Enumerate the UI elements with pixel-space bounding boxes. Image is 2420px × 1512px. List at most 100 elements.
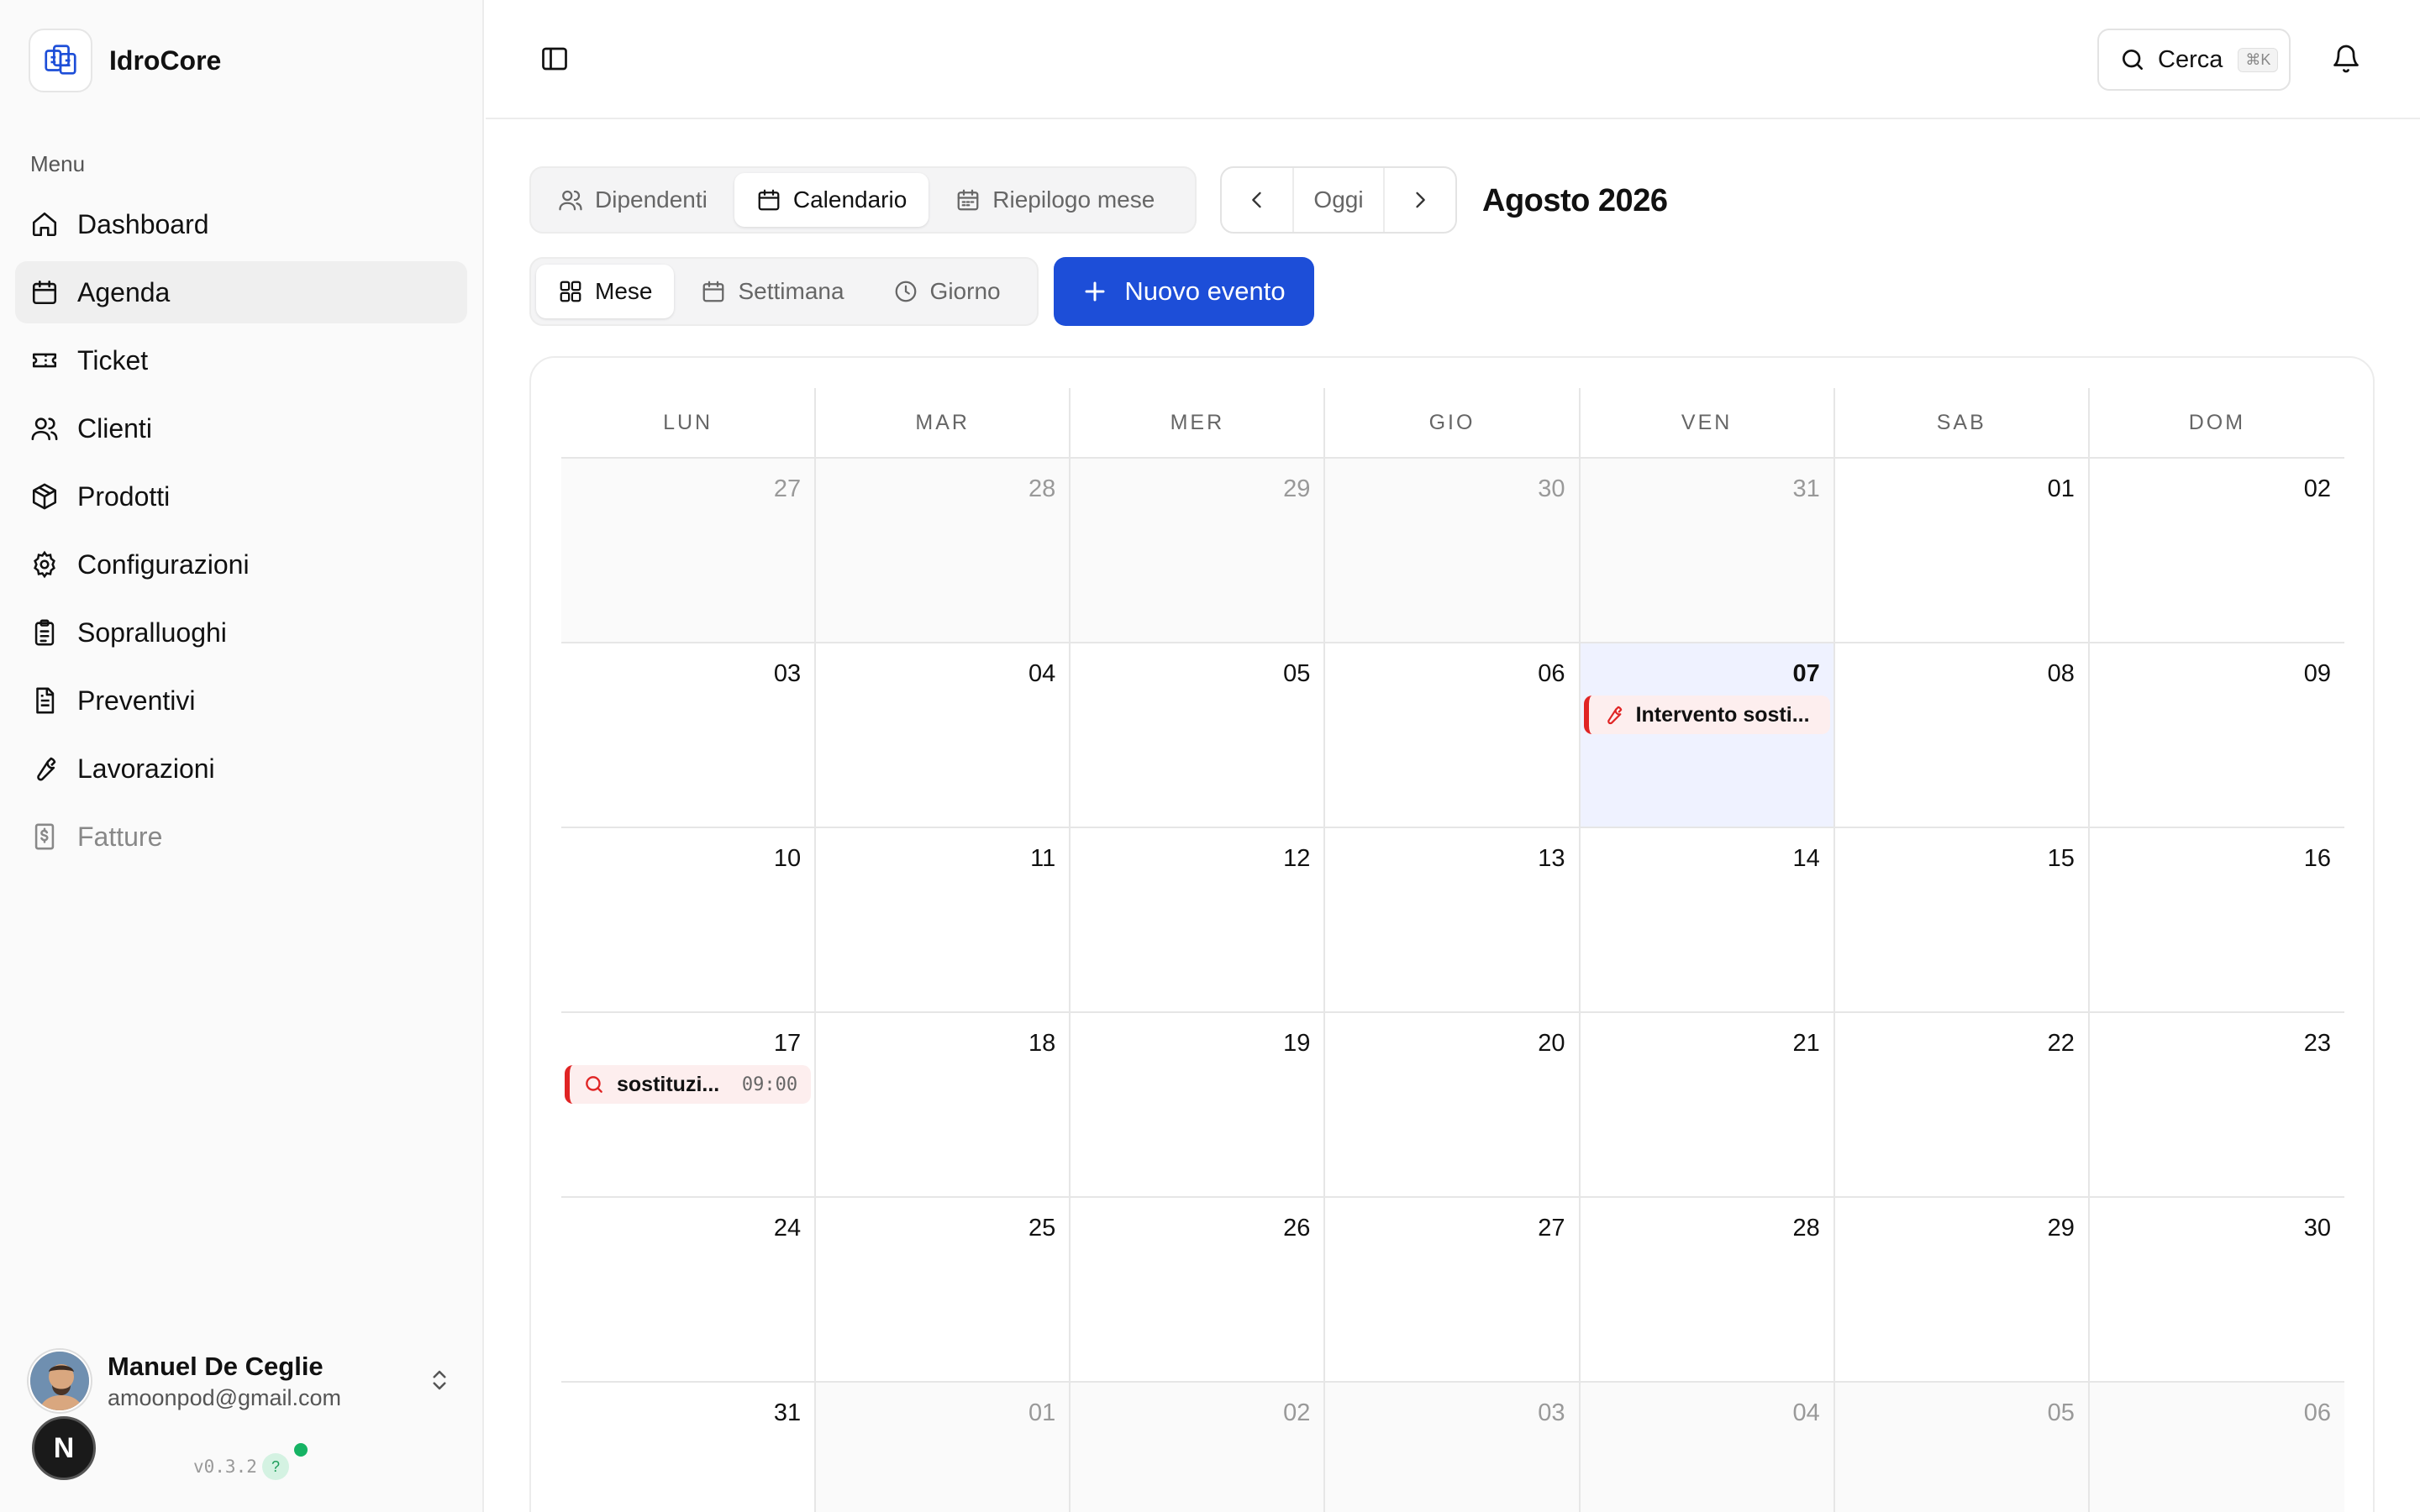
calendar-day[interactable]: 25 — [816, 1198, 1071, 1381]
calendar-day[interactable]: 14 — [1581, 828, 1835, 1011]
chevron-left-icon — [1252, 192, 1261, 208]
calendar-day[interactable]: 30 — [1325, 459, 1581, 642]
menu-section-label: Menu — [30, 151, 86, 176]
bell-icon[interactable] — [2331, 44, 2361, 74]
day-number: 25 — [1028, 1215, 1056, 1242]
calendar-day[interactable]: 12 — [1071, 828, 1326, 1011]
tab-riepilogo-mese[interactable]: Riepilogo mese — [934, 173, 1176, 227]
today-button[interactable]: Oggi — [1292, 168, 1385, 232]
day-number: 11 — [1030, 845, 1056, 872]
calendar-day[interactable]: 01 — [816, 1383, 1071, 1512]
day-number: 03 — [773, 660, 802, 687]
sidebar-item-agenda[interactable]: Agenda — [15, 261, 467, 323]
calendar-day[interactable]: 03 — [1325, 1383, 1581, 1512]
search-button[interactable]: Cerca ⌘K — [2097, 29, 2291, 91]
help-button[interactable]: ? — [262, 1453, 289, 1480]
calendar-day[interactable]: 10 — [561, 828, 817, 1011]
day-number: 21 — [1792, 1030, 1820, 1057]
calendar-day[interactable]: 08 — [1835, 643, 2090, 827]
day-number: 07 — [1792, 660, 1820, 687]
sidebar-item-dashboard[interactable]: Dashboard — [15, 193, 467, 255]
mode-giorno[interactable]: Giorno — [871, 265, 1023, 318]
calendar-day[interactable]: 26 — [1071, 1198, 1326, 1381]
new-event-button[interactable]: Nuovo evento — [1054, 257, 1314, 326]
calendar-day[interactable]: 09 — [2090, 643, 2344, 827]
calendar-day[interactable]: 29 — [1071, 459, 1326, 642]
calendar-day[interactable]: 06 — [2089, 1383, 2344, 1512]
sidebar-item-ticket[interactable]: Ticket — [15, 329, 467, 391]
user-menu[interactable]: Manuel De Ceglie amoonpod@gmail.com — [29, 1347, 457, 1415]
calendar-day[interactable]: 18 — [816, 1013, 1071, 1196]
calendar-day[interactable]: 23 — [2090, 1013, 2344, 1196]
tab-dipendenti[interactable]: Dipendenti — [536, 173, 729, 227]
day-number: 12 — [1283, 845, 1311, 872]
calendar-day[interactable]: 27 — [561, 459, 817, 642]
calendar-event[interactable]: sostituzi... 09:00 — [565, 1065, 812, 1104]
previous-period-button[interactable] — [1222, 168, 1292, 232]
sidebar-item-configurazioni[interactable]: Configurazioni — [15, 533, 467, 596]
calendar-day[interactable]: 28 — [816, 459, 1071, 642]
calendar-day[interactable]: 01 — [1835, 459, 2090, 642]
calendar-day[interactable]: 05 — [1834, 1383, 2090, 1512]
sidebar-item-fatture[interactable]: Fatture — [15, 806, 467, 868]
mode-mese[interactable]: Mese — [536, 265, 675, 318]
calendar-day[interactable]: 05 — [1071, 643, 1326, 827]
day-number: 15 — [2047, 845, 2075, 872]
day-number: 06 — [2303, 1399, 2331, 1426]
calendar-day[interactable]: 24 — [561, 1198, 817, 1381]
sidebar-item-sopralluoghi[interactable]: Sopralluoghi — [15, 601, 467, 664]
sidebar-item-label: Preventivi — [77, 685, 196, 716]
event-time: 09:00 — [741, 1074, 798, 1095]
sidebar-item-lavorazioni[interactable]: Lavorazioni — [15, 738, 467, 800]
calendar-day[interactable]: 19 — [1071, 1013, 1326, 1196]
calendar-day[interactable]: 13 — [1325, 828, 1581, 1011]
calendar-day[interactable]: 04 — [816, 643, 1071, 827]
event-title: Intervento sosti... — [1635, 702, 1810, 727]
calendar-day[interactable]: 20 — [1325, 1013, 1581, 1196]
calendar-day[interactable]: 16 — [2090, 828, 2344, 1011]
sidebar-toggle-icon[interactable] — [539, 44, 570, 74]
calendar-event[interactable]: Intervento sosti... — [1583, 696, 1830, 734]
calendar-day[interactable]: 04 — [1580, 1383, 1835, 1512]
calendar-day[interactable]: 28 — [1581, 1198, 1835, 1381]
view-switcher: Dipendenti Calendario Riepilogo mese — [529, 166, 1197, 234]
calendar-day[interactable]: 03 — [561, 643, 817, 827]
day-number: 02 — [2303, 475, 2331, 502]
day-number: 22 — [2047, 1030, 2075, 1057]
sidebar-item-clienti[interactable]: Clienti — [15, 397, 467, 459]
day-number: 26 — [1283, 1215, 1311, 1242]
calendar-day[interactable]: 27 — [1325, 1198, 1581, 1381]
brand[interactable]: IdroCore — [29, 29, 221, 92]
sidebar-item-preventivi[interactable]: Preventivi — [15, 669, 467, 732]
day-number: 05 — [1283, 660, 1311, 687]
calendar-icon — [703, 281, 724, 302]
gear-icon — [34, 550, 55, 579]
chevron-up-down-icon[interactable] — [427, 1366, 452, 1394]
calendar-day[interactable]: 17 sostituzi... 09:00 — [561, 1013, 817, 1196]
sidebar-item-label: Configurazioni — [77, 549, 250, 580]
mode-settimana[interactable]: Settimana — [679, 265, 865, 318]
plus-icon — [1085, 281, 1105, 302]
calendar-icon — [758, 189, 780, 211]
calendar-day[interactable]: 31 — [561, 1383, 817, 1512]
calendar-day[interactable]: 29 — [1835, 1198, 2090, 1381]
period-navigator: Oggi — [1220, 166, 1457, 234]
calendar-day[interactable]: 30 — [2090, 1198, 2344, 1381]
day-number: 01 — [2047, 475, 2075, 502]
calendar-day[interactable]: 02 — [1071, 1383, 1326, 1512]
weekday-label: VEN — [1581, 388, 1835, 457]
calendar-day[interactable]: 22 — [1835, 1013, 2090, 1196]
calendar-day[interactable]: 06 — [1325, 643, 1581, 827]
weekday-label: DOM — [2188, 410, 2246, 434]
next-period-button[interactable] — [1385, 168, 1455, 232]
sidebar-item-prodotti[interactable]: Prodotti — [15, 465, 467, 528]
calendar-day-today[interactable]: 07 Intervento sosti... — [1580, 643, 1835, 827]
tab-calendario[interactable]: Calendario — [734, 173, 929, 227]
calendar-day[interactable]: 21 — [1581, 1013, 1835, 1196]
calendar-day[interactable]: 15 — [1835, 828, 2090, 1011]
calendar-day[interactable]: 31 — [1580, 459, 1835, 642]
calendar-day[interactable]: 11 — [816, 828, 1071, 1011]
sidebar-nav: Dashboard Agenda Ticket Clienti Prodotti… — [15, 193, 467, 874]
calendar-day[interactable]: 02 — [2090, 459, 2344, 642]
nextjs-badge[interactable]: N — [32, 1416, 96, 1480]
